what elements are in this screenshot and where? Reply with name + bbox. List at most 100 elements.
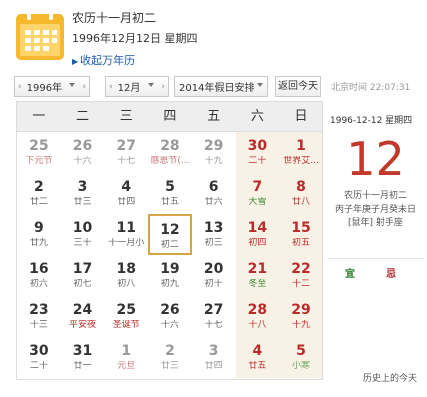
lunar-day-label: 十一月小 — [108, 238, 145, 248]
day-cell[interactable]: 24 平安夜 — [61, 296, 105, 337]
day-cell[interactable]: 7 大雪 — [235, 173, 280, 214]
day-number: 23 — [29, 302, 49, 318]
lunar-day-label: 十九 — [292, 320, 311, 330]
collapse-label: 收起万年历 — [80, 54, 136, 67]
month-calendar-grid: 一二三四五六日 25 下元节 26 十六 27 十七 28 感恩节(... 29 十九 30 二十 1 世… — [16, 101, 323, 380]
year-dropdown-caret-icon — [69, 83, 75, 87]
day-cell[interactable]: 19 初九 — [148, 255, 192, 296]
lunar-day-label: 初三 — [204, 238, 223, 248]
day-number: 4 — [252, 343, 263, 359]
day-cell[interactable]: 5 小寒 — [279, 337, 323, 378]
day-cell[interactable]: 31 廿一 — [61, 337, 105, 378]
day-cell[interactable]: 1 元旦 — [104, 337, 148, 378]
lunar-day-label: 廿二 — [29, 197, 48, 207]
next-month-arrow-icon[interactable]: › — [158, 82, 168, 92]
detail-big-day-number: 12 — [346, 132, 405, 186]
day-cell[interactable]: 14 初四 — [235, 214, 280, 255]
lunar-day-label: 十二 — [292, 279, 311, 289]
lunar-day-label: 廿五 — [248, 361, 267, 371]
prev-year-arrow-icon[interactable]: ‹ — [15, 82, 25, 92]
lunar-day-label: 廿四 — [117, 197, 136, 207]
auspicious-label: 宜 — [345, 269, 355, 280]
weekday-header: 四 — [163, 109, 177, 124]
day-number: 21 — [247, 261, 268, 277]
day-cell[interactable]: 27 十七 — [192, 296, 236, 337]
weekday-header: 五 — [207, 109, 221, 124]
weekday-header: 一 — [32, 109, 46, 124]
history-today-link[interactable]: 历史上的今天 — [363, 371, 417, 384]
calendar-toolbar: ‹ 1996年 › ‹ 12月 › 2014年假日安排 返回今天 北京时间 22… — [14, 76, 427, 98]
day-number: 29 — [203, 138, 224, 154]
day-cell[interactable]: 22 十二 — [279, 255, 323, 296]
lunar-day-label: 廿五 — [160, 197, 179, 207]
day-number: 2 — [33, 179, 44, 195]
month-select[interactable]: ‹ 12月 › — [105, 76, 169, 97]
day-number: 26 — [160, 302, 180, 318]
lunar-day-label: 十八 — [248, 320, 267, 330]
day-number: 4 — [121, 179, 132, 195]
day-number: 13 — [203, 220, 224, 236]
day-cell[interactable]: 10 三十 — [61, 214, 105, 255]
day-cell[interactable]: 25 下元节 — [17, 132, 61, 173]
day-cell[interactable]: 27 十七 — [104, 132, 148, 173]
lunar-day-label: 十七 — [117, 156, 136, 166]
day-cell[interactable]: 1 世界艾... — [279, 132, 323, 173]
detail-date-line: 1996-12-12 星期四 — [330, 116, 413, 126]
day-cell[interactable]: 29 十九 — [192, 132, 236, 173]
day-cell[interactable]: 28 感恩节(... — [148, 132, 192, 173]
day-cell[interactable]: 20 初十 — [192, 255, 236, 296]
lunar-day-label: 十六 — [73, 156, 92, 166]
day-cell[interactable]: 5 廿五 — [148, 173, 192, 214]
day-cell[interactable]: 8 廿八 — [279, 173, 323, 214]
day-cell[interactable]: 4 廿五 — [235, 337, 280, 378]
holiday-select[interactable]: 2014年假日安排 — [174, 76, 268, 97]
lunar-day-label: 初二 — [160, 240, 179, 250]
day-cell[interactable]: 16 初六 — [17, 255, 61, 296]
day-number: 3 — [77, 179, 88, 195]
prev-month-arrow-icon[interactable]: ‹ — [106, 82, 116, 92]
day-number: 7 — [252, 179, 263, 195]
year-select[interactable]: ‹ 1996年 › — [14, 76, 90, 97]
day-cell[interactable]: 26 十六 — [61, 132, 105, 173]
day-cell[interactable]: 18 初八 — [104, 255, 148, 296]
day-cell[interactable]: 15 初五 — [279, 214, 323, 255]
day-cell[interactable]: 25 圣诞节 — [104, 296, 148, 337]
day-number: 2 — [165, 343, 175, 359]
lunar-day-label: 冬至 — [248, 279, 267, 289]
day-cell[interactable]: 26 十六 — [148, 296, 192, 337]
day-cell[interactable]: 17 初七 — [61, 255, 105, 296]
day-number: 1 — [296, 138, 306, 154]
day-cell[interactable]: 4 廿四 — [104, 173, 148, 214]
holiday-select-value: 2014年假日安排 — [179, 83, 255, 94]
detail-ganzhi: 丙子年庚子月癸未日 — [334, 205, 416, 215]
lunar-day-label: 初九 — [160, 279, 179, 289]
day-cell[interactable]: 29 十九 — [279, 296, 323, 337]
day-number: 25 — [29, 138, 49, 154]
day-cell[interactable]: 2 廿二 — [17, 173, 61, 214]
day-cell[interactable]: 2 廿三 — [148, 337, 192, 378]
day-cell[interactable]: 6 廿六 — [192, 173, 236, 214]
day-cell[interactable]: 11 十一月小 — [104, 214, 148, 255]
lunar-day-label: 小寒 — [292, 361, 311, 371]
lunar-day-label: 廿三 — [160, 361, 179, 371]
day-cell[interactable]: 23 十三 — [17, 296, 61, 337]
day-number: 27 — [203, 302, 224, 318]
collapse-calendar-link[interactable]: ▶ 收起万年历 — [72, 52, 135, 68]
back-to-today-button[interactable]: 返回今天 — [275, 76, 321, 97]
day-cell-selected[interactable]: 12 初二 — [148, 214, 192, 255]
detail-divider — [327, 258, 424, 259]
day-cell[interactable]: 21 冬至 — [235, 255, 280, 296]
day-number: 26 — [72, 138, 93, 154]
day-cell[interactable]: 28 十八 — [235, 296, 280, 337]
day-cell[interactable]: 3 廿四 — [192, 337, 236, 378]
day-cell[interactable]: 30 二十 — [235, 132, 280, 173]
day-cell[interactable]: 13 初三 — [192, 214, 236, 255]
day-cell[interactable]: 30 二十 — [17, 337, 61, 378]
day-number: 8 — [296, 179, 306, 195]
lunar-day-label: 廿四 — [204, 361, 223, 371]
day-number: 25 — [116, 302, 136, 318]
day-number: 1 — [121, 343, 132, 359]
day-cell[interactable]: 9 廿九 — [17, 214, 61, 255]
next-year-arrow-icon[interactable]: › — [79, 82, 89, 92]
day-cell[interactable]: 3 廿三 — [61, 173, 105, 214]
